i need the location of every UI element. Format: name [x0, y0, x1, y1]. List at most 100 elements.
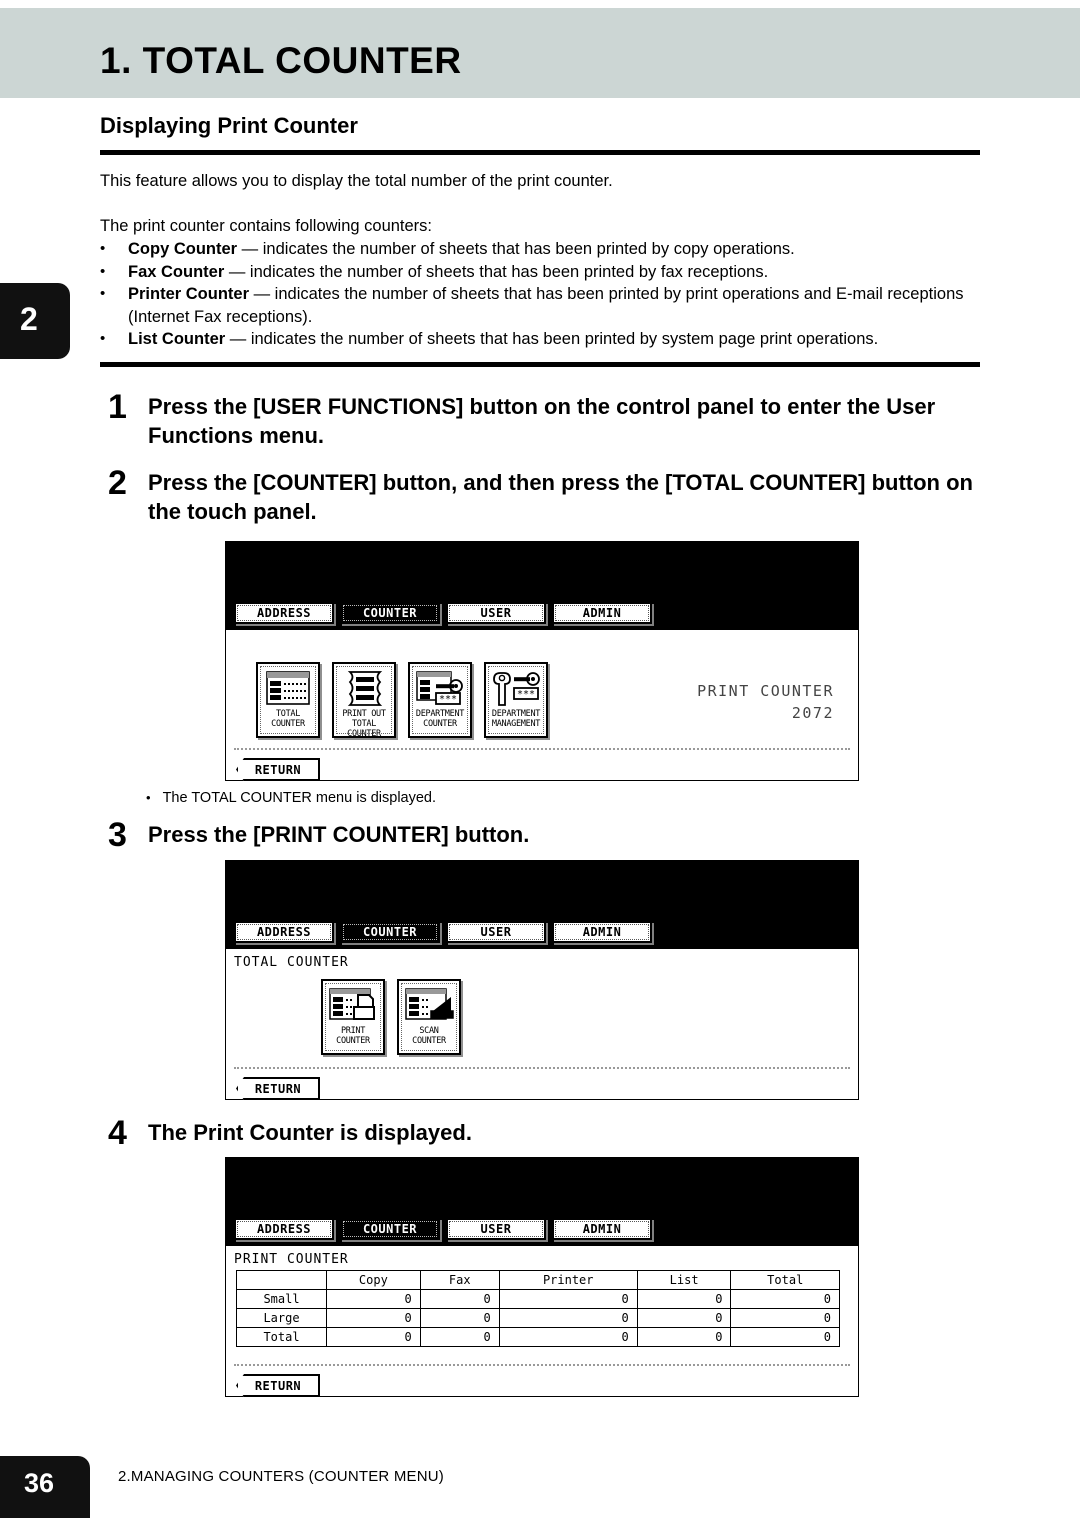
table-header-row: Copy Fax Printer List Total — [236, 1270, 840, 1290]
step-1-number: 1 — [108, 388, 127, 426]
step-4-number: 4 — [108, 1114, 127, 1152]
cell-small-printer: 0 — [498, 1289, 638, 1309]
tab-user[interactable]: USER — [446, 921, 546, 943]
print-out-total-counter-icon — [338, 669, 390, 709]
list-item: • List Counter — indicates the number of… — [100, 328, 990, 351]
chapter-title: 1. TOTAL COUNTER — [100, 40, 462, 81]
row-label-small: Small — [236, 1289, 327, 1309]
print-counter-readout-label: PRINT COUNTER — [697, 682, 834, 700]
list-item-desc: — indicates the number of sheets that ha… — [224, 262, 769, 281]
lcd-tab-bar: ADDRESS COUNTER USER ADMIN — [234, 1218, 652, 1240]
return-button[interactable]: RETURN — [236, 1077, 320, 1100]
step-3-text: Press the [PRINT COUNTER] button. — [148, 822, 530, 847]
department-management-button[interactable]: *** DEPARTMENT MANAGEMENT — [484, 662, 548, 738]
cell-large-list: 0 — [636, 1308, 732, 1328]
lcd-divider — [234, 748, 850, 750]
list-item-term: Copy Counter — [128, 240, 238, 258]
total-counter-button[interactable]: TOTAL COUNTER — [256, 662, 320, 738]
cell-large-copy: 0 — [326, 1308, 421, 1328]
list-item-desc: — indicates the number of sheets that ha… — [128, 285, 964, 326]
print-out-total-counter-button[interactable]: PRINT OUT TOTAL COUNTER — [332, 662, 396, 739]
print-out-total-counter-button-label: PRINT OUT TOTAL COUNTER — [342, 709, 386, 739]
department-counter-button-label: DEPARTMENT COUNTER — [415, 709, 465, 729]
touch-panel-counter-menu: ADDRESS COUNTER USER ADMIN TOTAL COUNTER… — [225, 541, 859, 781]
print-counter-button-label: PRINT COUNTER — [336, 1026, 370, 1046]
cell-total-total: 0 — [730, 1327, 840, 1347]
department-management-icon: *** — [490, 669, 542, 709]
breadcrumb: TOTAL COUNTER — [234, 955, 349, 970]
cell-large-printer: 0 — [498, 1308, 638, 1328]
step-2-note: • The TOTAL COUNTER menu is displayed. — [146, 790, 436, 806]
column-header-fax: Fax — [419, 1270, 500, 1290]
step-4-text: The Print Counter is displayed. — [148, 1120, 472, 1145]
tab-address[interactable]: ADDRESS — [234, 921, 334, 943]
list-item: • Fax Counter — indicates the number of … — [100, 261, 990, 284]
bullet-marker: • — [100, 330, 106, 347]
table-row: Total 0 0 0 0 0 — [236, 1327, 840, 1347]
step-1-text: Press the [USER FUNCTIONS] button on the… — [148, 394, 936, 448]
tab-admin[interactable]: ADMIN — [552, 602, 652, 624]
column-header-printer: Printer — [498, 1270, 638, 1290]
contains-lead: The print counter contains following cou… — [100, 217, 433, 235]
list-item-term: Fax Counter — [128, 262, 225, 281]
scan-counter-button[interactable]: SCAN COUNTER — [397, 979, 461, 1055]
step-2-text: Press the [COUNTER] button, and then pre… — [148, 470, 973, 524]
department-counter-icon: *** — [414, 669, 466, 709]
step-2-number: 2 — [108, 464, 127, 502]
tab-counter[interactable]: COUNTER — [340, 921, 440, 943]
step-2: 2 Press the [COUNTER] button, and then p… — [108, 464, 988, 526]
lcd-content-area: TOTAL COUNTER PRINT COUNTER SCAN COUNTER… — [226, 949, 858, 1100]
department-management-button-label: DEPARTMENT MANAGEMENT — [491, 709, 541, 729]
print-counter-button[interactable]: PRINT COUNTER — [321, 979, 385, 1055]
bullet-marker: • — [100, 285, 106, 302]
page-title: Displaying Print Counter — [100, 113, 358, 138]
print-counter-readout: PRINT COUNTER 2072 — [697, 680, 834, 724]
lcd-content-area: PRINT COUNTER Copy Fax Printer List Tota… — [226, 1246, 858, 1397]
total-counter-icon — [262, 669, 314, 709]
tab-user[interactable]: USER — [446, 1218, 546, 1240]
step-1: 1 Press the [USER FUNCTIONS] button on t… — [108, 388, 988, 450]
lcd-divider — [234, 1364, 850, 1366]
tab-address[interactable]: ADDRESS — [234, 1218, 334, 1240]
svg-text:***: *** — [439, 694, 457, 705]
scan-counter-icon — [403, 986, 455, 1026]
step-3-number: 3 — [108, 816, 127, 854]
tab-admin[interactable]: ADMIN — [552, 1218, 652, 1240]
list-item: • Copy Counter — indicates the number of… — [100, 238, 990, 261]
tab-user[interactable]: USER — [446, 602, 546, 624]
steps-rule — [100, 362, 980, 367]
cell-total-copy: 0 — [326, 1327, 421, 1347]
total-counter-button-label: TOTAL COUNTER — [271, 709, 305, 729]
scan-counter-button-label: SCAN COUNTER — [412, 1026, 446, 1046]
step-4: 4 The Print Counter is displayed. — [108, 1114, 988, 1152]
intro-paragraph: This feature allows you to display the t… — [100, 172, 613, 190]
tab-admin[interactable]: ADMIN — [552, 921, 652, 943]
breadcrumb: PRINT COUNTER — [234, 1252, 349, 1267]
chapter-side-tab-number: 2 — [20, 301, 38, 337]
return-button[interactable]: RETURN — [236, 758, 320, 781]
note-text: The TOTAL COUNTER menu is displayed. — [162, 790, 437, 806]
column-header-list: List — [636, 1270, 732, 1290]
return-button[interactable]: RETURN — [236, 1374, 320, 1397]
table-corner-cell — [236, 1270, 327, 1290]
column-header-total: Total — [730, 1270, 840, 1290]
department-counter-button[interactable]: *** DEPARTMENT COUNTER — [408, 662, 472, 738]
print-counter-icon — [327, 986, 379, 1026]
print-counter-readout-value: 2072 — [791, 704, 834, 722]
cell-small-total: 0 — [730, 1289, 840, 1309]
print-counter-table: Copy Fax Printer List Total Small 0 0 0 … — [236, 1270, 840, 1347]
list-item-desc: — indicates the number of sheets that ha… — [225, 330, 879, 348]
tab-address[interactable]: ADDRESS — [234, 602, 334, 624]
row-label-total: Total — [236, 1327, 327, 1347]
cell-large-fax: 0 — [419, 1308, 500, 1328]
note-bullet-marker: • — [146, 790, 151, 805]
heading-rule — [100, 150, 980, 155]
list-item: • Printer Counter — indicates the number… — [100, 283, 990, 328]
lcd-tab-bar: ADDRESS COUNTER USER ADMIN — [234, 921, 652, 943]
list-item-desc: — indicates the number of sheets that ha… — [237, 240, 795, 258]
counter-menu-buttons: TOTAL COUNTER PRINT OUT TOTAL COUNTER **… — [256, 662, 548, 739]
cell-total-list: 0 — [636, 1327, 732, 1347]
bullet-marker: • — [100, 262, 106, 280]
tab-counter[interactable]: COUNTER — [340, 1218, 440, 1240]
tab-counter[interactable]: COUNTER — [340, 602, 440, 624]
